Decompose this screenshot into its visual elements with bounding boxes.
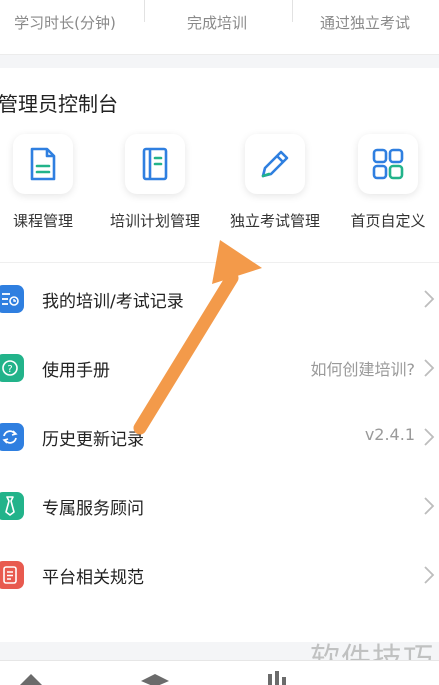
menu-item-platform-rules[interactable]: 平台相关规范 bbox=[0, 539, 439, 608]
section-title: 管理员控制台 bbox=[0, 92, 118, 116]
menu-item-label: 我的培训/考试记录 bbox=[42, 292, 184, 312]
stat-completed-training[interactable]: 完成培训 bbox=[144, 0, 290, 55]
record-icon bbox=[0, 285, 24, 313]
chevron-right-icon bbox=[424, 497, 435, 515]
admin-console: 管理员控制台 课程管理 培训计划管理 独立考试管理 首页自定义 bbox=[0, 68, 439, 262]
home-icon[interactable] bbox=[16, 671, 46, 685]
chevron-right-icon bbox=[424, 359, 435, 377]
tile-icon-box bbox=[245, 134, 305, 194]
menu-item-value: v2.4.1 bbox=[364, 425, 415, 444]
tile-homepage-customize[interactable]: 首页自定义 bbox=[333, 134, 439, 244]
bottom-nav bbox=[0, 660, 439, 685]
menu-list: 我的培训/考试记录 ? 使用手册 如何创建培训? 历史更新记录 v2.4.1 专… bbox=[0, 262, 439, 642]
tile-label: 课程管理 bbox=[12, 212, 73, 230]
menu-item-records[interactable]: 我的培训/考试记录 bbox=[0, 263, 439, 332]
stat-label: 通过独立考试 bbox=[319, 14, 410, 32]
tile-icon-box bbox=[358, 134, 418, 194]
menu-item-value: 如何创建培训? bbox=[310, 360, 416, 379]
grid-icon bbox=[372, 148, 404, 180]
menu-item-label: 专属服务顾问 bbox=[42, 499, 144, 519]
stats-card: 学习时长(分钟) 完成培训 通过独立考试 bbox=[0, 0, 439, 55]
stats-icon[interactable] bbox=[266, 671, 290, 685]
stat-label: 完成培训 bbox=[186, 14, 247, 32]
tile-icon-box bbox=[125, 134, 185, 194]
graduation-cap-icon[interactable] bbox=[139, 671, 171, 685]
svg-text:?: ? bbox=[7, 364, 12, 375]
menu-item-service-advisor[interactable]: 专属服务顾问 bbox=[0, 470, 439, 539]
tile-label: 首页自定义 bbox=[350, 212, 426, 230]
menu-item-label: 平台相关规范 bbox=[42, 568, 144, 588]
tile-course-management[interactable]: 课程管理 bbox=[0, 134, 98, 244]
question-icon: ? bbox=[0, 354, 24, 382]
tie-icon bbox=[0, 492, 24, 520]
chevron-right-icon bbox=[424, 290, 435, 308]
menu-item-update-history[interactable]: 历史更新记录 v2.4.1 bbox=[0, 401, 439, 470]
stat-study-time[interactable]: 学习时长(分钟) bbox=[0, 0, 138, 55]
tile-label: 培训计划管理 bbox=[109, 212, 200, 230]
menu-item-user-manual[interactable]: ? 使用手册 如何创建培训? bbox=[0, 332, 439, 401]
tile-label: 独立考试管理 bbox=[229, 212, 320, 230]
menu-item-label: 历史更新记录 bbox=[42, 430, 144, 450]
document-icon bbox=[30, 147, 56, 181]
tile-icon-box bbox=[13, 134, 73, 194]
tile-training-plan-management[interactable]: 培训计划管理 bbox=[100, 134, 210, 244]
refresh-icon bbox=[0, 423, 24, 451]
tile-exam-management[interactable]: 独立考试管理 bbox=[220, 134, 330, 244]
chevron-right-icon bbox=[424, 428, 435, 446]
stat-label: 学习时长(分钟) bbox=[14, 14, 116, 32]
list-doc-icon bbox=[0, 561, 24, 589]
menu-item-label: 使用手册 bbox=[42, 361, 110, 381]
notebook-icon bbox=[142, 147, 168, 181]
chevron-right-icon bbox=[424, 566, 435, 584]
stat-passed-exam[interactable]: 通过独立考试 bbox=[292, 0, 438, 55]
pencil-icon bbox=[261, 150, 289, 178]
